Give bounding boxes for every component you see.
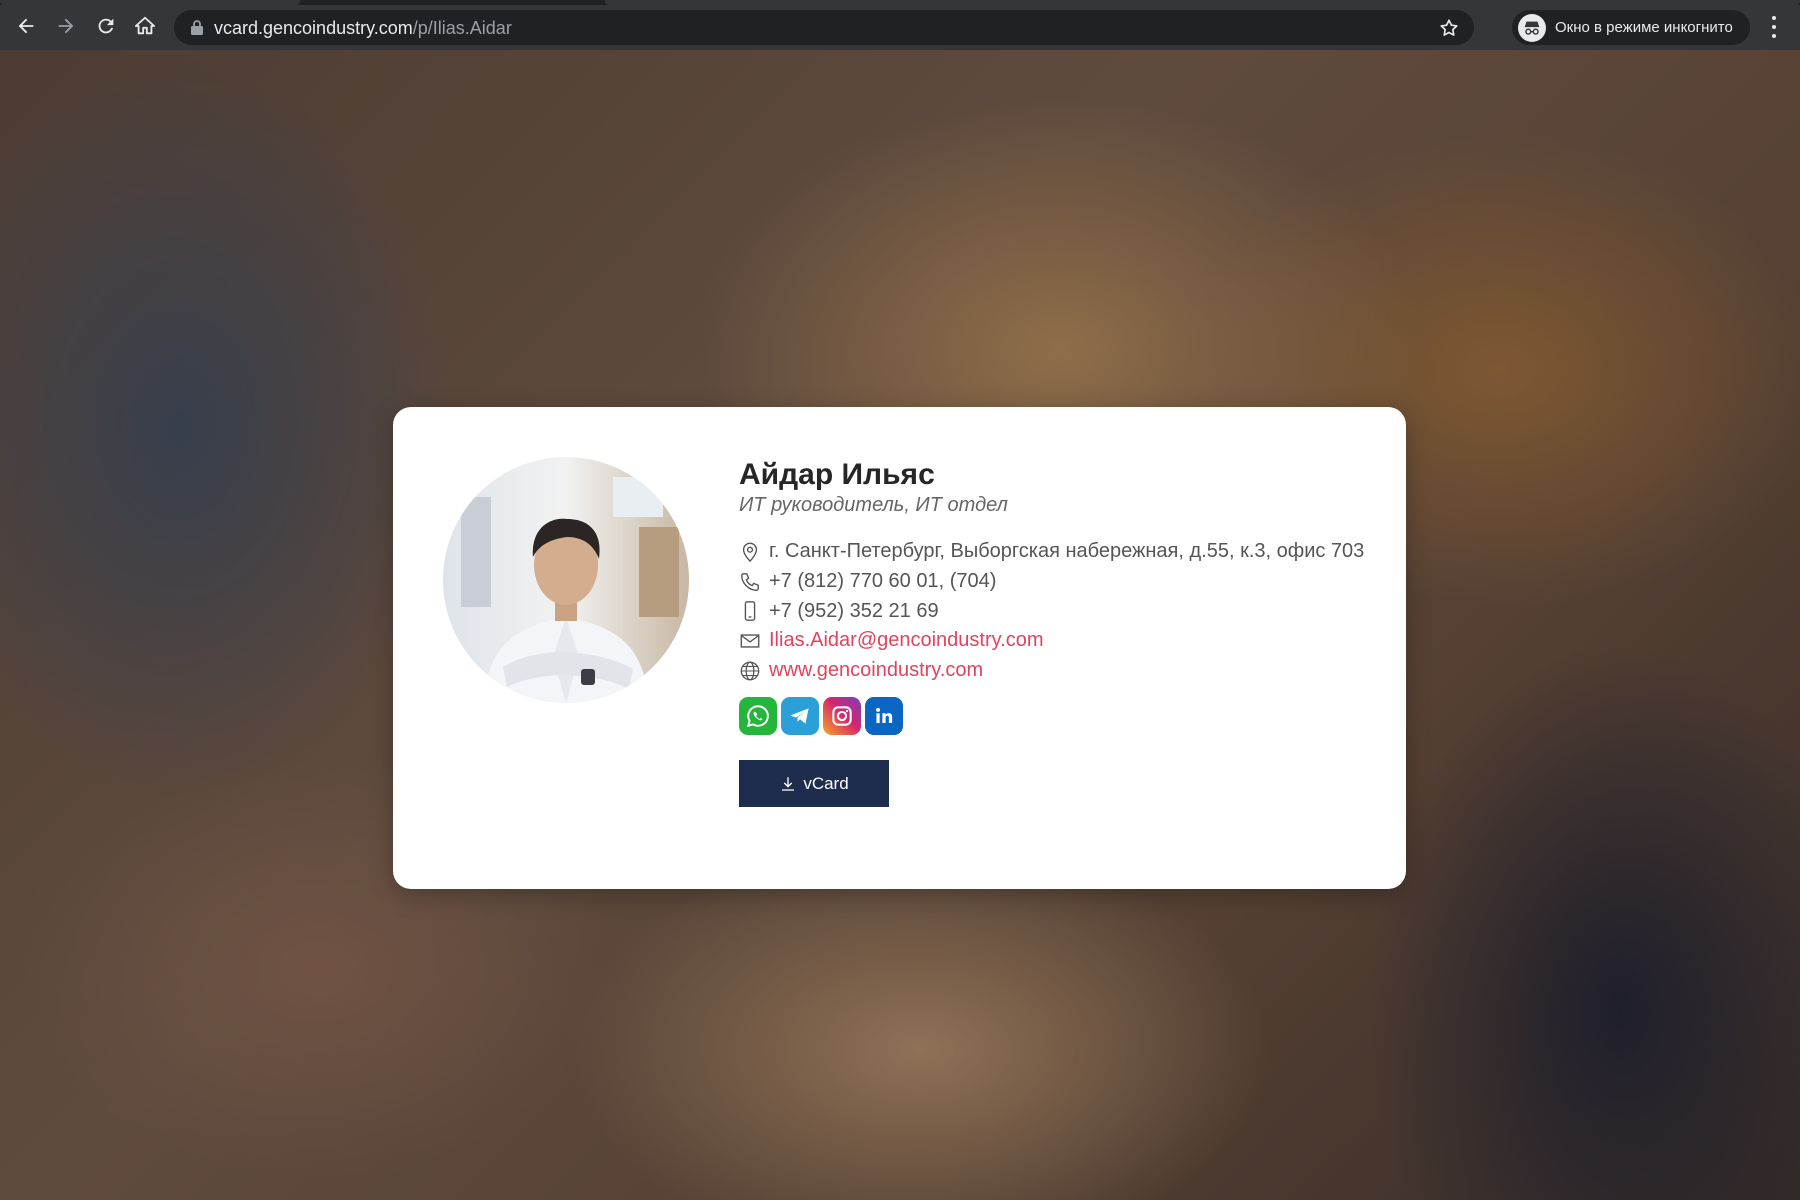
vcard-download-button[interactable]: vCard xyxy=(739,760,889,808)
linkedin-icon xyxy=(876,708,893,724)
browser-menu-icon[interactable] xyxy=(1764,13,1784,41)
linkedin-button[interactable] xyxy=(865,697,903,736)
tab-strip xyxy=(0,0,1800,5)
vcard-button-label: vCard xyxy=(803,773,849,793)
instagram-button[interactable] xyxy=(823,697,861,736)
reload-icon xyxy=(98,18,114,34)
contact-info: Айдар Ильяс ИТ руководитель, ИТ отдел г.… xyxy=(739,457,1379,808)
lock-icon xyxy=(191,20,203,35)
telegram-icon xyxy=(790,708,809,725)
whatsapp-icon xyxy=(746,705,769,728)
person-position: ИТ руководитель, ИТ отдел xyxy=(739,494,1008,516)
mobile-text[interactable]: +7 (952) 352 21 69 xyxy=(769,600,939,623)
url-text: vcard.gencoindustry.com/p/Ilias.Aidar xyxy=(214,18,512,39)
email-link[interactable]: Ilias.Aidar@gencoindustry.com xyxy=(769,629,1044,652)
phone-text[interactable]: +7 (812) 770 60 01, (704) xyxy=(769,570,996,593)
whatsapp-button[interactable] xyxy=(739,697,777,736)
telegram-button[interactable] xyxy=(781,697,819,736)
forward-button[interactable] xyxy=(50,10,82,42)
avatar xyxy=(443,457,689,703)
address-bar[interactable]: vcard.gencoindustry.com/p/Ilias.Aidar xyxy=(174,10,1474,45)
incognito-label: Окно в режиме инкогнито xyxy=(1555,19,1733,36)
tab[interactable] xyxy=(605,0,1800,5)
address-text: г. Санкт-Петербург, Выборгская набережна… xyxy=(769,540,1365,563)
download-icon xyxy=(782,777,795,791)
url-host: vcard.gencoindustry.com xyxy=(214,18,413,38)
home-icon xyxy=(134,16,156,35)
back-button[interactable] xyxy=(10,10,42,42)
social-links xyxy=(739,697,1379,736)
mobile-phone-icon xyxy=(744,601,756,622)
map-pin-icon xyxy=(742,542,758,562)
contact-list: г. Санкт-Петербург, Выборгская набережна… xyxy=(739,537,1379,685)
address-row: г. Санкт-Петербург, Выборгская набережна… xyxy=(739,537,1379,567)
reload-button[interactable] xyxy=(90,10,122,42)
incognito-indicator[interactable]: Окно в режиме инкогнито xyxy=(1512,10,1750,45)
business-card: Айдар Ильяс ИТ руководитель, ИТ отдел г.… xyxy=(393,407,1406,889)
phone-icon xyxy=(741,572,759,591)
email-row: Ilias.Aidar@gencoindustry.com xyxy=(739,626,1379,656)
home-button[interactable] xyxy=(129,10,161,42)
browser-toolbar: vcard.gencoindustry.com/p/Ilias.Aidar Ок… xyxy=(0,0,1800,50)
instagram-icon xyxy=(832,706,852,727)
arrow-left-icon xyxy=(18,18,34,34)
phone-row: +7 (812) 770 60 01, (704) xyxy=(739,567,1379,597)
bookmark-star-icon[interactable] xyxy=(1438,17,1460,39)
url-path: /p/Ilias.Aidar xyxy=(412,18,512,38)
incognito-icon xyxy=(1518,13,1546,42)
globe-icon xyxy=(740,661,760,680)
website-link[interactable]: www.gencoindustry.com xyxy=(769,659,983,682)
tab[interactable] xyxy=(0,0,300,5)
envelope-icon xyxy=(740,634,760,648)
person-name: Айдар Ильяс xyxy=(739,458,935,491)
website-row: www.gencoindustry.com xyxy=(739,656,1379,686)
arrow-right-icon xyxy=(58,18,74,34)
mobile-row: +7 (952) 352 21 69 xyxy=(739,596,1379,626)
